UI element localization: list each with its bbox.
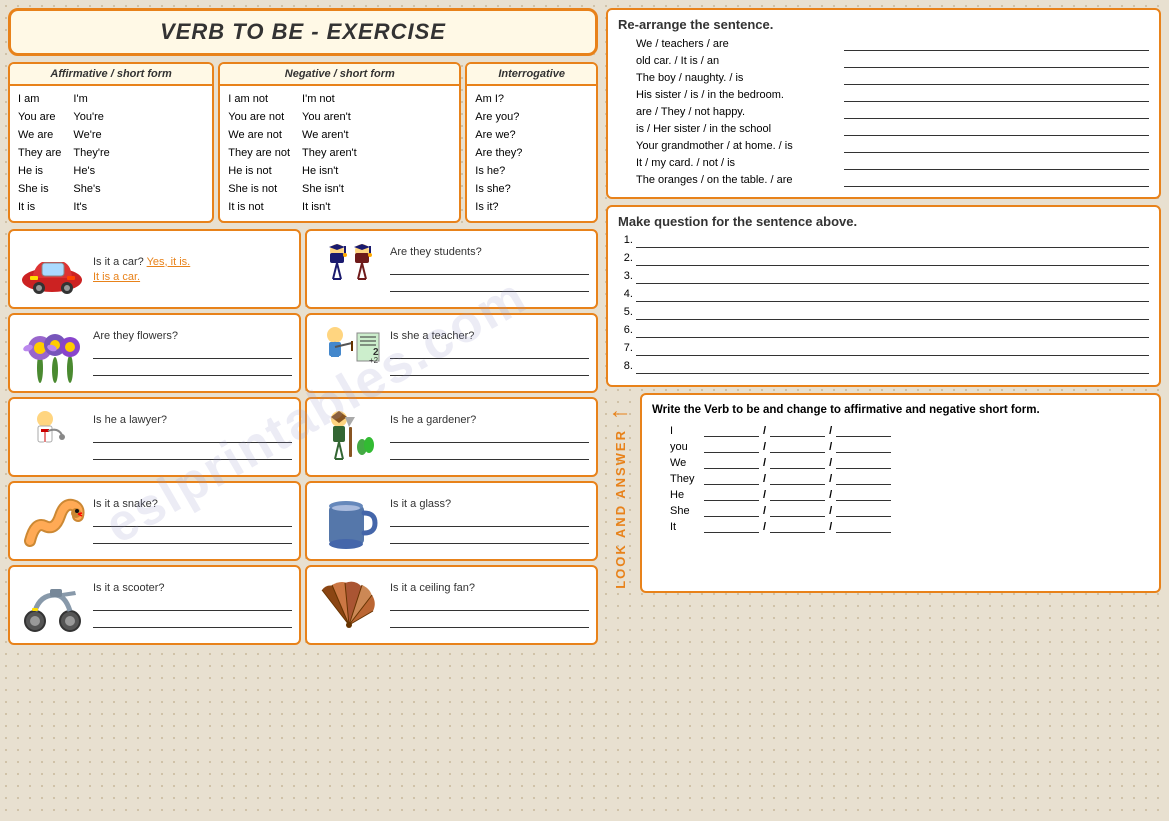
negative-header: Negative / short form bbox=[220, 64, 459, 86]
exercise-cell-8: Is it a glass? bbox=[305, 481, 598, 561]
la-item-4: They / / bbox=[670, 472, 1149, 485]
left-panel: VERB TO BE - EXERCISE Affirmative / shor… bbox=[8, 8, 598, 813]
exercise-cell-10: Is it a ceiling fan? bbox=[305, 565, 598, 645]
rearrange-item-6: is / Her sister / in the school bbox=[636, 122, 1149, 136]
mug-pic bbox=[314, 488, 384, 554]
make-question-box: Make question for the sentence above. bbox=[606, 205, 1161, 387]
teacher-pic: 2 +2 bbox=[314, 320, 384, 386]
qa-flowers: Are they flowers? bbox=[93, 330, 292, 376]
exercise-cell-3: Are they flowers? bbox=[8, 313, 301, 393]
rearrange-item-3: The boy / naughty. / is bbox=[636, 71, 1149, 85]
exercise-grid: Is it a car? Yes, it is. It is a car. bbox=[8, 229, 598, 645]
qa-gardener: Is he a gardener? bbox=[390, 414, 589, 460]
rearrange-item-2: old car. / It is / an bbox=[636, 54, 1149, 68]
qa-students: Are they students? bbox=[390, 246, 589, 292]
car-pic bbox=[17, 236, 87, 302]
affirmative-box: Affirmative / short form I am You are We… bbox=[8, 62, 214, 223]
title-box: VERB TO BE - EXERCISE bbox=[8, 8, 598, 56]
mq-item-3 bbox=[636, 270, 1149, 284]
mq-item-6 bbox=[636, 324, 1149, 338]
exercise-cell-9: Is it a scooter? bbox=[8, 565, 301, 645]
rearrange-list: We / teachers / are old car. / It is / a… bbox=[618, 37, 1149, 187]
mq-item-5 bbox=[636, 306, 1149, 320]
rearrange-item-9: The oranges / on the table. / are bbox=[636, 173, 1149, 187]
mq-item-4 bbox=[636, 288, 1149, 302]
exercise-cell-4: 2 +2 Is she a teacher? bbox=[305, 313, 598, 393]
scooter-pic bbox=[17, 572, 87, 638]
qa-glass: Is it a glass? bbox=[390, 498, 589, 544]
right-panel: Re-arrange the sentence. We / teachers /… bbox=[606, 8, 1161, 813]
rearrange-box: Re-arrange the sentence. We / teachers /… bbox=[606, 8, 1161, 199]
la-item-1: I / / bbox=[670, 424, 1149, 437]
la-item-2: you / / bbox=[670, 440, 1149, 453]
qa-teacher: Is she a teacher? bbox=[390, 330, 589, 376]
mq-item-7 bbox=[636, 342, 1149, 356]
affirmative-content: I am You are We are They are He is She i… bbox=[10, 86, 212, 221]
int-col1: Am I? Are you? Are we? Are they? Is he? … bbox=[475, 91, 522, 216]
svg-text:+2: +2 bbox=[369, 356, 379, 365]
exercise-cell-7: Is it a snake? bbox=[8, 481, 301, 561]
look-answer-instruction: Write the Verb to be and change to affir… bbox=[652, 402, 1149, 418]
make-question-title: Make question for the sentence above. bbox=[618, 214, 1149, 229]
exercise-cell-1: Is it a car? Yes, it is. It is a car. bbox=[8, 229, 301, 309]
qa-lawyer: Is he a lawyer? bbox=[93, 414, 292, 460]
rearrange-item-7: Your grandmother / at home. / is bbox=[636, 139, 1149, 153]
look-answer-row: ← LOOK AND ANSWER Write the Verb to be a… bbox=[606, 393, 1161, 593]
rearrange-item-5: are / They / not happy. bbox=[636, 105, 1149, 119]
la-item-6: She / / bbox=[670, 504, 1149, 517]
interrogative-header: Interrogative bbox=[467, 64, 596, 86]
look-answer-box: Write the Verb to be and change to affir… bbox=[640, 393, 1161, 593]
mq-item-8 bbox=[636, 360, 1149, 374]
flowers-pic bbox=[17, 320, 87, 386]
look-answer-list: I / / you / / bbox=[652, 424, 1149, 533]
rearrange-title: Re-arrange the sentence. bbox=[618, 17, 1149, 32]
arrow-left-icon: ← bbox=[608, 397, 632, 425]
interrogative-box: Interrogative Am I? Are you? Are we? Are… bbox=[465, 62, 598, 223]
grammar-area: Affirmative / short form I am You are We… bbox=[8, 62, 598, 223]
qa-scooter: Is it a scooter? bbox=[93, 582, 292, 628]
qa-car: Is it a car? Yes, it is. It is a car. bbox=[93, 256, 292, 283]
la-item-3: We / / bbox=[670, 456, 1149, 469]
graduates-pic bbox=[314, 236, 384, 302]
la-item-7: It / / bbox=[670, 520, 1149, 533]
negative-content: I am not You are not We are not They are… bbox=[220, 86, 459, 221]
gardener-pic bbox=[314, 404, 384, 470]
affirmative-header: Affirmative / short form bbox=[10, 64, 212, 86]
look-answer-arrow-label: ← LOOK AND ANSWER bbox=[606, 393, 634, 593]
negative-box: Negative / short form I am not You are n… bbox=[218, 62, 461, 223]
aff-col2: I'm You're We're They're He's She's It's bbox=[73, 91, 109, 216]
interrogative-content: Am I? Are you? Are we? Are they? Is he? … bbox=[467, 86, 596, 221]
neg-col2: I'm not You aren't We aren't They aren't… bbox=[302, 91, 357, 216]
aff-col1: I am You are We are They are He is She i… bbox=[18, 91, 61, 216]
page-title: VERB TO BE - EXERCISE bbox=[23, 19, 583, 45]
qa-fan: Is it a ceiling fan? bbox=[390, 582, 589, 628]
qa-snake: Is it a snake? bbox=[93, 498, 292, 544]
la-item-5: He / / bbox=[670, 488, 1149, 501]
main-container: VERB TO BE - EXERCISE Affirmative / shor… bbox=[0, 0, 1169, 821]
exercise-cell-5: Is he a lawyer? bbox=[8, 397, 301, 477]
make-question-list bbox=[618, 234, 1149, 374]
neg-col1: I am not You are not We are not They are… bbox=[228, 91, 290, 216]
look-answer-label: LOOK AND ANSWER bbox=[613, 429, 628, 589]
exercise-cell-2: Are they students? bbox=[305, 229, 598, 309]
mq-item-2 bbox=[636, 252, 1149, 266]
rearrange-item-8: It / my card. / not / is bbox=[636, 156, 1149, 170]
rearrange-item-1: We / teachers / are bbox=[636, 37, 1149, 51]
rearrange-item-4: His sister / is / in the bedroom. bbox=[636, 88, 1149, 102]
fan-pic bbox=[314, 572, 384, 638]
snake-pic bbox=[17, 488, 87, 554]
mq-item-1 bbox=[636, 234, 1149, 248]
exercise-cell-6: Is he a gardener? bbox=[305, 397, 598, 477]
doctor-pic bbox=[17, 404, 87, 470]
